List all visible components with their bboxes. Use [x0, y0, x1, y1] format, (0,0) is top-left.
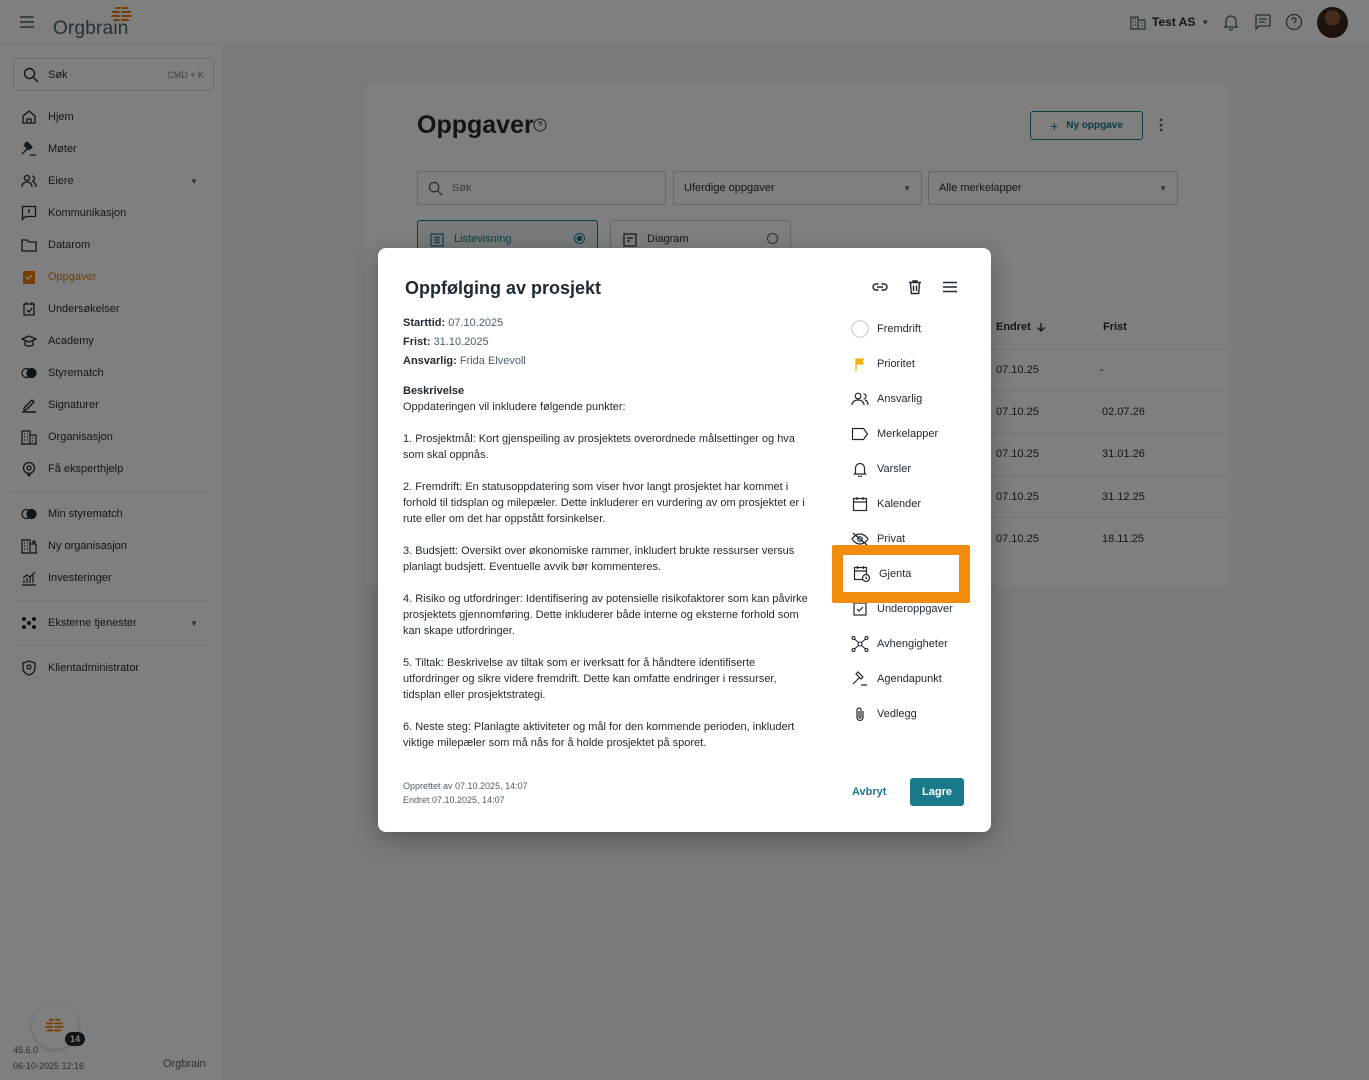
responsible: Ansvarlig: Frida Elvevoll	[403, 355, 526, 367]
calendar-icon	[851, 495, 869, 513]
start-label: Starttid:	[403, 317, 446, 329]
link-icon[interactable]	[871, 278, 889, 296]
due-value: 31.10.2025	[433, 336, 489, 348]
created-info: Opprettet av 07.10.2025, 14:07	[403, 781, 528, 791]
property-labels[interactable]: Merkelapper	[848, 416, 970, 451]
property-priority[interactable]: Prioritet	[848, 346, 970, 381]
property-label: Prioritet	[877, 357, 915, 370]
description-point: 4. Risiko og utfordringer: Identifiserin…	[403, 593, 808, 637]
menu-icon[interactable]	[941, 278, 959, 296]
property-label: Privat	[877, 532, 906, 545]
property-progress[interactable]: Fremdrift	[848, 311, 970, 346]
progress-circle-icon	[851, 319, 869, 338]
save-button[interactable]: Lagre	[910, 778, 964, 806]
delete-icon[interactable]	[906, 278, 924, 296]
cancel-button[interactable]: Avbryt	[852, 786, 886, 798]
task-properties-list: Fremdrift Prioritet Ansvarlig Merkelappe…	[848, 311, 970, 731]
dependency-icon	[851, 635, 869, 653]
property-agenda-item[interactable]: Agendapunkt	[848, 661, 970, 696]
property-attachments[interactable]: Vedlegg	[848, 696, 970, 731]
repeat-calendar-icon	[853, 565, 871, 583]
property-calendar[interactable]: Kalender	[848, 486, 970, 521]
description-point: 5. Tiltak: Beskrivelse av tiltak som er …	[403, 657, 777, 701]
property-label: Ansvarlig	[877, 392, 923, 405]
property-label: Fremdrift	[877, 322, 921, 335]
start-time: Starttid: 07.10.2025	[403, 317, 503, 329]
property-label: Agendapunkt	[877, 672, 942, 685]
dialog-title: Oppfølging av prosjekt	[405, 278, 602, 298]
description-intro: Oppdateringen vil inkludere følgende pun…	[403, 401, 626, 413]
responsible-value: Frida Elvevoll	[459, 355, 526, 367]
property-label: Varsler	[877, 462, 912, 475]
description-point: 6. Neste steg: Planlagte aktiviteter og …	[403, 721, 795, 749]
property-dependencies[interactable]: Avhengigheter	[848, 626, 970, 661]
property-label: Kalender	[877, 497, 922, 510]
property-label: Gjenta	[879, 567, 912, 580]
property-label: Merkelapper	[877, 427, 939, 440]
attachment-icon	[851, 705, 869, 723]
start-value: 07.10.2025	[448, 317, 504, 329]
due-date: Frist: 31.10.2025	[403, 336, 489, 348]
changed-info: Endret 07.10.2025, 14:07	[403, 795, 505, 805]
label-icon	[851, 425, 869, 443]
property-label: Underoppgaver	[877, 602, 953, 615]
due-label: Frist:	[403, 336, 431, 348]
responsible-label: Ansvarlig:	[403, 355, 457, 367]
task-dialog: Oppfølging av prosjekt Starttid: 07.10.2…	[378, 248, 991, 832]
flag-icon	[851, 355, 869, 373]
description: Beskrivelse Oppdateringen vil inkludere …	[403, 383, 808, 767]
description-heading: Beskrivelse	[403, 385, 465, 397]
people-icon	[851, 390, 869, 408]
property-alerts[interactable]: Varsler	[848, 451, 970, 486]
description-point: 2. Fremdrift: En statusoppdatering som v…	[403, 481, 805, 525]
description-point: 1. Prosjektmål: Kort gjenspeiling av pro…	[403, 433, 795, 461]
property-label: Avhengigheter	[877, 637, 948, 650]
property-label: Vedlegg	[877, 707, 917, 720]
audit-info: Opprettet av 07.10.2025, 14:07 Endret 07…	[403, 779, 528, 807]
property-repeat[interactable]: Gjenta	[843, 555, 959, 592]
bell-icon	[851, 460, 869, 478]
gavel-icon	[851, 670, 869, 688]
property-responsible[interactable]: Ansvarlig	[848, 381, 970, 416]
description-point: 3. Budsjett: Oversikt over økonomiske ra…	[403, 545, 795, 573]
